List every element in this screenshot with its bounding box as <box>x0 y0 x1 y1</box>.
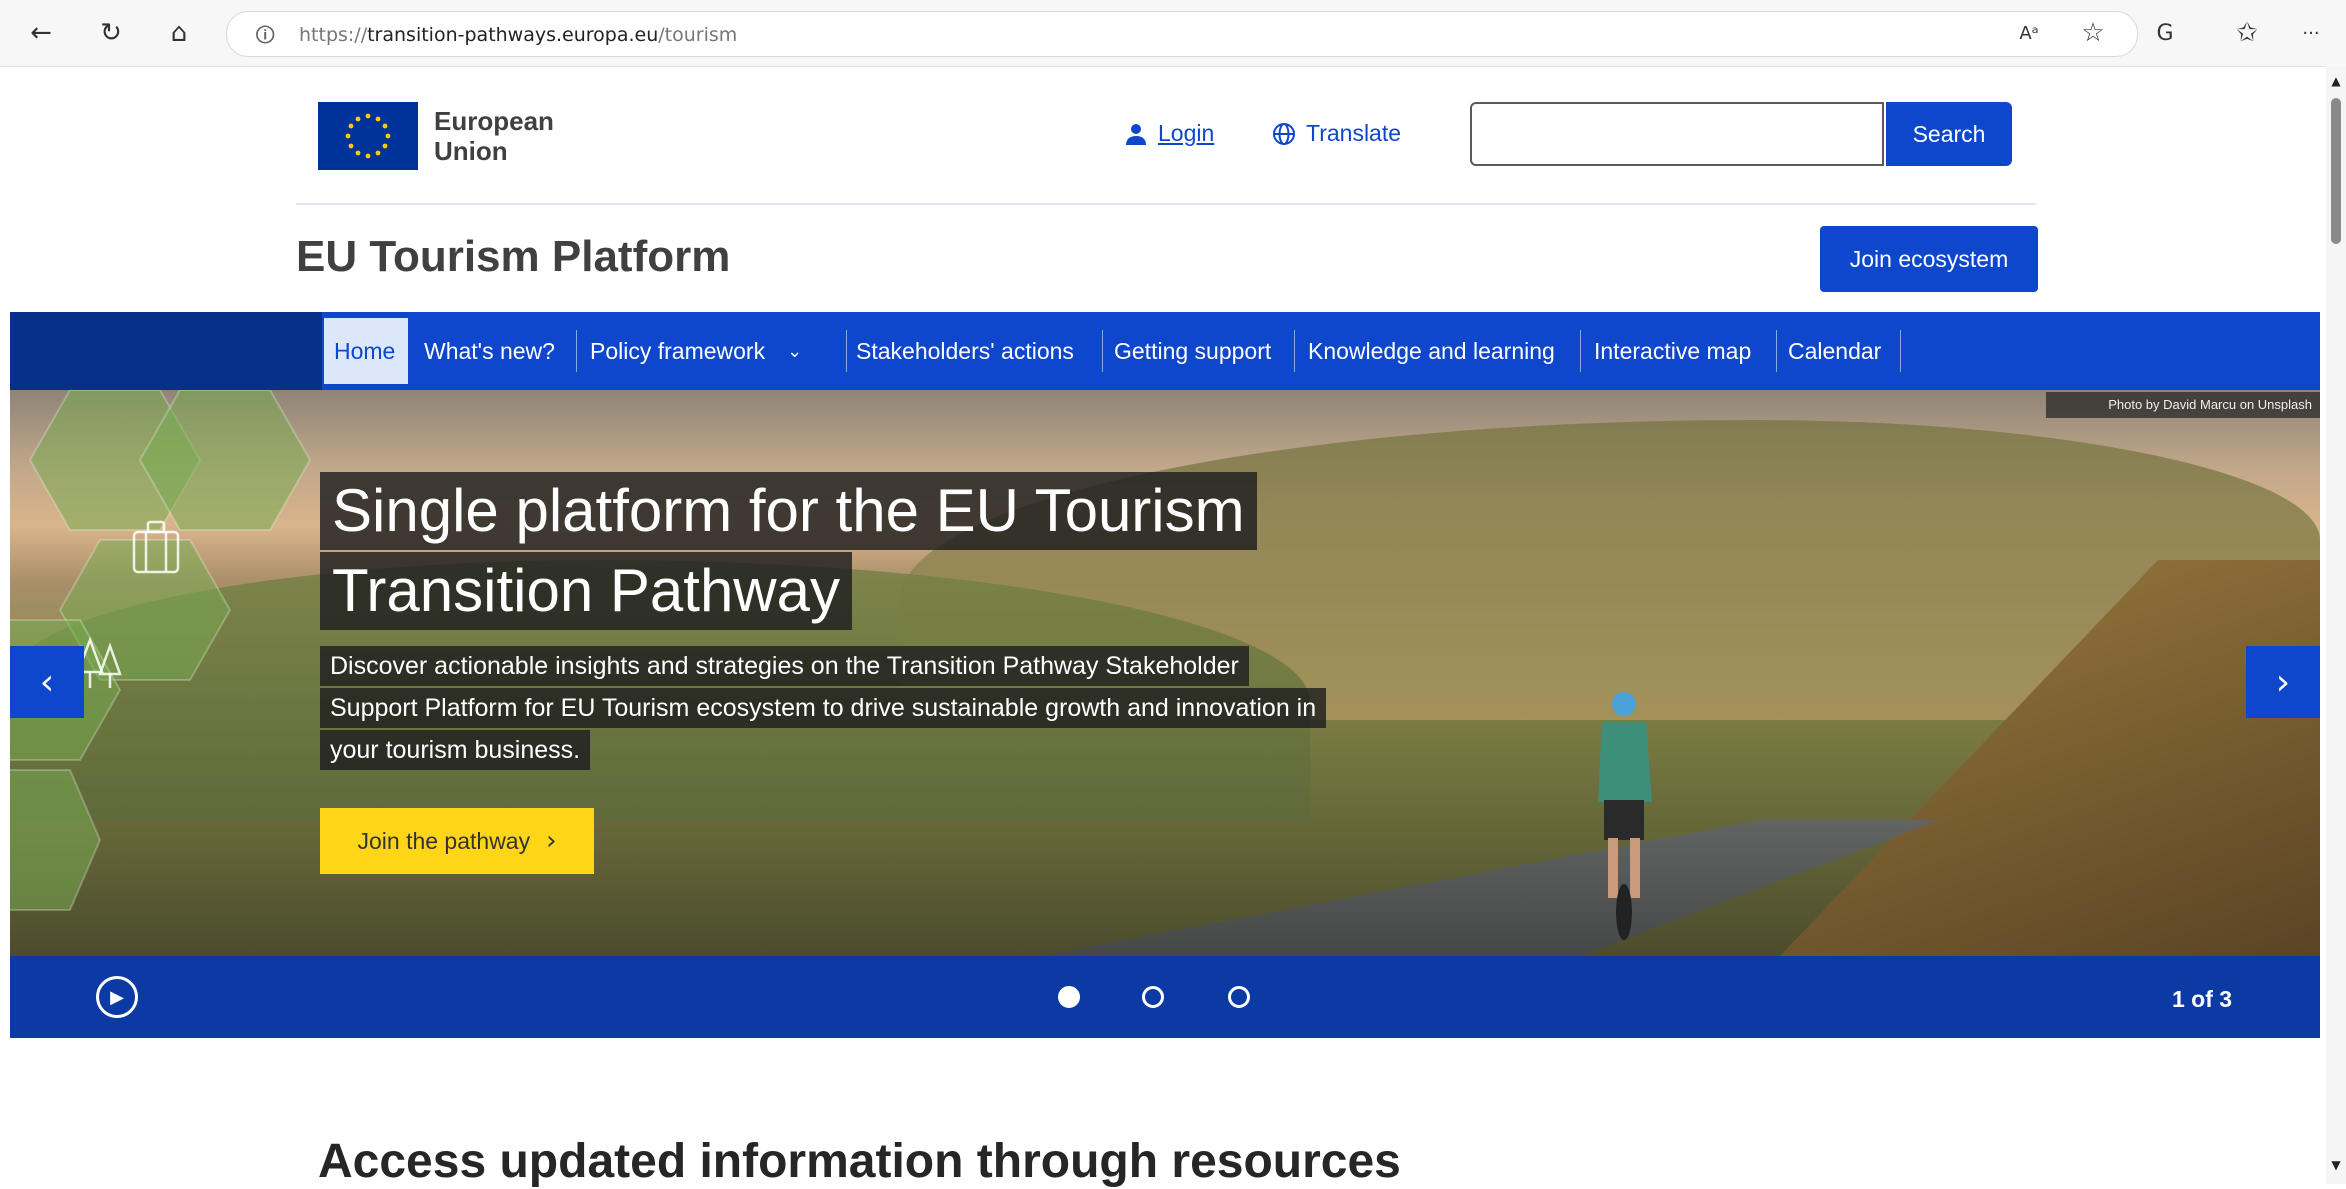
suitcase-icon <box>130 518 182 578</box>
section-heading: Access updated information through resou… <box>318 1135 1401 1188</box>
site-title[interactable]: EU Tourism Platform <box>296 232 730 282</box>
nav-separator <box>1102 330 1103 372</box>
chevron-left-icon: ‹ <box>39 661 55 703</box>
nav-interactive-map[interactable]: Interactive map <box>1584 318 1776 384</box>
home-icon[interactable]: ⌂ <box>160 14 198 52</box>
hero-headline-line2: Transition Pathway <box>320 552 853 630</box>
carousel-counter: 1 of 3 <box>2172 986 2233 1012</box>
collections-icon[interactable]: ✩ <box>2228 14 2266 52</box>
photo-credit: Photo by David Marcu on Unsplash <box>2046 392 2320 418</box>
join-ecosystem-button[interactable]: Join ecosystem <box>1820 226 2038 292</box>
nav-separator <box>1580 330 1581 372</box>
search-input[interactable] <box>1470 102 1884 166</box>
nav-whats-new[interactable]: What's new? <box>414 318 572 384</box>
hero-description-line3: your tourism business. <box>320 730 591 770</box>
more-options-icon[interactable]: ··· <box>2292 14 2330 52</box>
chevron-down-icon: ⌄ <box>787 340 803 362</box>
login-link[interactable]: Login <box>1124 120 1214 147</box>
nav-policy-framework[interactable]: Policy framework ⌄ <box>580 318 842 384</box>
nav-knowledge-and-learning[interactable]: Knowledge and learning <box>1298 318 1580 384</box>
carousel-next-button[interactable]: › <box>2246 646 2320 718</box>
nav-stakeholders-actions[interactable]: Stakeholders' actions <box>846 318 1102 384</box>
join-the-pathway-button[interactable]: Join the pathway › <box>320 808 594 874</box>
page-scrollbar[interactable]: ▲ ▼ <box>2326 66 2346 1184</box>
translate-link[interactable]: Translate <box>1272 120 1401 147</box>
login-label: Login <box>1158 120 1215 146</box>
join-the-pathway-label: Join the pathway <box>357 827 531 854</box>
carousel-dot-3[interactable] <box>1228 986 1250 1008</box>
nav-left-band <box>10 312 322 390</box>
back-icon[interactable]: ← <box>22 14 60 52</box>
site-info-icon[interactable]: 🛈 <box>255 21 275 55</box>
translate-label: Translate <box>1306 120 1402 146</box>
user-icon <box>1126 123 1146 145</box>
globe-icon <box>1273 122 1295 145</box>
nav-getting-support[interactable]: Getting support <box>1104 318 1298 384</box>
carousel-dot-1[interactable] <box>1058 986 1080 1008</box>
carousel-dot-2[interactable] <box>1142 986 1164 1008</box>
eu-flag-logo[interactable] <box>318 102 418 170</box>
carousel-controls-bar <box>10 956 2320 1038</box>
scroll-up-icon[interactable]: ▲ <box>2326 74 2346 88</box>
play-icon[interactable]: ▶ <box>96 976 138 1018</box>
nav-home[interactable]: Home <box>324 318 408 384</box>
refresh-icon[interactable]: ↻ <box>92 14 130 52</box>
nav-separator <box>1900 330 1901 372</box>
url-text[interactable]: https://transition-pathways.europa.eu/to… <box>299 24 737 46</box>
eu-logo-text[interactable]: European Union <box>434 106 594 166</box>
header-divider <box>296 203 2036 205</box>
scroll-thumb[interactable] <box>2331 98 2341 244</box>
hero-headline-line1: Single platform for the EU Tourism <box>320 472 1257 550</box>
nav-separator <box>1294 330 1295 372</box>
chevron-right-icon: › <box>546 826 557 856</box>
nav-separator <box>576 330 577 372</box>
search-button[interactable]: Search <box>1886 102 2012 166</box>
scroll-down-icon[interactable]: ▼ <box>2326 1158 2346 1172</box>
copilot-icon[interactable]: G <box>2146 14 2184 52</box>
nav-calendar[interactable]: Calendar <box>1778 318 1902 384</box>
nav-separator <box>1776 330 1777 372</box>
hero-description-line2: Support Platform for EU Tourism ecosyste… <box>320 688 1327 728</box>
address-bar[interactable]: 🛈 https://transition-pathways.europa.eu/… <box>226 11 2138 57</box>
browser-toolbar: ← ↻ ⌂ 🛈 https://transition-pathways.euro… <box>0 0 2346 67</box>
carousel-previous-button[interactable]: ‹ <box>10 646 84 718</box>
hero-description-line1: Discover actionable insights and strateg… <box>320 646 1249 686</box>
cyclist-figure <box>1598 692 1652 940</box>
chevron-right-icon: › <box>2275 661 2291 703</box>
favorite-star-icon[interactable]: ☆ <box>2074 14 2112 52</box>
read-aloud-icon[interactable]: Aᵃ <box>2010 14 2048 52</box>
